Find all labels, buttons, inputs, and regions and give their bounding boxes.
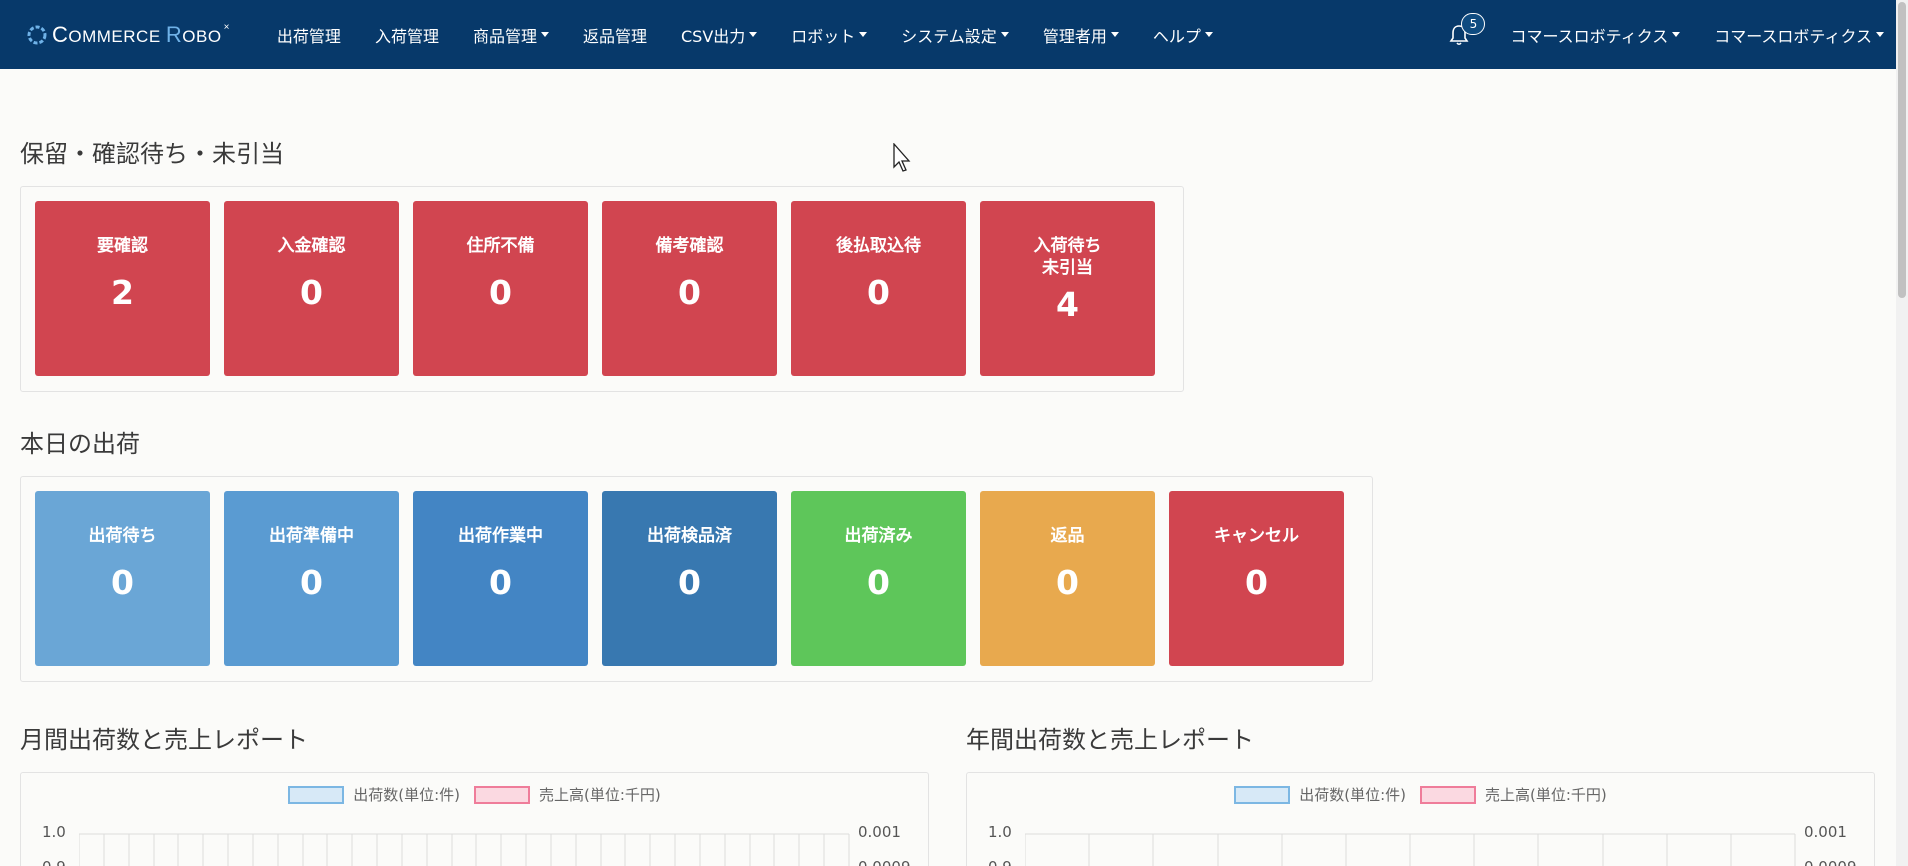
scrollbar-thumb[interactable]	[1898, 2, 1906, 298]
tile-payment-confirmation[interactable]: 入金確認 0	[224, 201, 399, 376]
chart-gridlines	[1025, 833, 1796, 866]
tile-label: 住所不備	[466, 236, 535, 256]
pending-section-title: 保留・確認待ち・未引当	[20, 140, 284, 168]
tile-shipment-inspected[interactable]: 出荷検品済 0	[602, 491, 777, 666]
mouse-cursor-icon	[893, 143, 911, 172]
caret-down-icon	[540, 32, 549, 37]
tile-label: キャンセル	[1214, 526, 1299, 546]
legend-shipments[interactable]: 出荷数(単位:件)	[288, 784, 460, 805]
brand-logo[interactable]: COMMERCE ROBO ×	[26, 22, 230, 48]
top-navbar: COMMERCE ROBO × 出荷管理 入荷管理 商品管理 返品管理 CSV出力…	[0, 0, 1896, 69]
tile-label: 出荷作業中	[458, 526, 543, 546]
chart-legend: 出荷数(単位:件) 売上高(単位:千円)	[967, 784, 1874, 805]
tile-preparing-shipment[interactable]: 出荷準備中 0	[224, 491, 399, 666]
tile-label: 入荷待ち 未引当	[1033, 236, 1102, 278]
y-left-tick: 0.9	[42, 858, 66, 866]
tile-awaiting-arrival-unallocated[interactable]: 入荷待ち 未引当 4	[980, 201, 1155, 376]
tile-awaiting-shipment[interactable]: 出荷待ち 0	[35, 491, 210, 666]
nav-admin[interactable]: 管理者用	[1026, 0, 1136, 69]
tile-label: 返品	[1050, 526, 1085, 546]
tile-shipping-in-progress[interactable]: 出荷作業中 0	[413, 491, 588, 666]
tile-value: 0	[678, 273, 701, 312]
tile-label: 後払取込待	[836, 236, 921, 256]
tile-value: 0	[300, 273, 323, 312]
tile-deferred-payment-import[interactable]: 後払取込待 0	[791, 201, 966, 376]
yearly-report-chart: 出荷数(単位:件) 売上高(単位:千円) 1.0 0.9 0.001 0.000…	[966, 772, 1875, 866]
caret-down-icon	[1110, 32, 1119, 37]
notification-count-badge: 5	[1461, 13, 1486, 35]
tile-label: 出荷検品済	[647, 526, 732, 546]
yearly-report-title: 年間出荷数と売上レポート	[966, 726, 1254, 754]
tile-value: 2	[111, 273, 134, 312]
tile-address-incomplete[interactable]: 住所不備 0	[413, 201, 588, 376]
nav-products[interactable]: 商品管理	[456, 0, 566, 69]
today-section-title: 本日の出荷	[20, 430, 140, 458]
chart-legend: 出荷数(単位:件) 売上高(単位:千円)	[21, 784, 928, 805]
legend-sales[interactable]: 売上高(単位:千円)	[1420, 784, 1607, 805]
page-scrollbar[interactable]	[1896, 0, 1908, 866]
y-left-tick: 0.9	[988, 858, 1012, 866]
brand-name: COMMERCE ROBO ×	[52, 21, 230, 47]
tile-value: 0	[867, 273, 890, 312]
caret-down-icon	[859, 32, 868, 37]
tile-value: 0	[300, 563, 323, 602]
notification-button[interactable]: 5	[1439, 0, 1486, 69]
tile-needs-confirmation[interactable]: 要確認 2	[35, 201, 210, 376]
tile-value: 0	[678, 563, 701, 602]
tile-remarks-check[interactable]: 備考確認 0	[602, 201, 777, 376]
monthly-report-title: 月間出荷数と売上レポート	[20, 726, 308, 754]
tile-value: 0	[489, 273, 512, 312]
tile-value: 4	[1056, 285, 1079, 324]
nav-receiving[interactable]: 入荷管理	[358, 0, 456, 69]
caret-down-icon	[749, 32, 758, 37]
caret-down-icon	[1672, 32, 1681, 37]
y-left-tick: 1.0	[988, 823, 1012, 841]
caret-down-icon	[1204, 32, 1213, 37]
tile-label: 要確認	[97, 236, 148, 256]
tile-cancelled[interactable]: キャンセル 0	[1169, 491, 1344, 666]
tile-value: 0	[1056, 563, 1079, 602]
caret-down-icon	[1000, 32, 1009, 37]
tile-label: 入金確認	[277, 236, 346, 256]
nav-shipping[interactable]: 出荷管理	[260, 0, 358, 69]
commerce-robo-logo-icon	[27, 25, 47, 44]
nav-robot[interactable]: ロボット	[774, 0, 884, 69]
tile-shipped[interactable]: 出荷済み 0	[791, 491, 966, 666]
tile-label: 出荷準備中	[269, 526, 354, 546]
tile-returns[interactable]: 返品 0	[980, 491, 1155, 666]
tile-value: 0	[1245, 563, 1268, 602]
chart-gridlines	[79, 833, 850, 866]
tile-label: 備考確認	[655, 236, 724, 256]
tile-value: 0	[489, 563, 512, 602]
tile-label: 出荷待ち	[88, 526, 157, 546]
legend-shipments[interactable]: 出荷数(単位:件)	[1234, 784, 1406, 805]
legend-sales[interactable]: 売上高(単位:千円)	[474, 784, 661, 805]
tile-label: 出荷済み	[844, 526, 913, 546]
y-left-tick: 1.0	[42, 823, 66, 841]
tile-value: 0	[111, 563, 134, 602]
monthly-report-chart: 出荷数(単位:件) 売上高(単位:千円) 1.0 0.9 0.001 0.000…	[20, 772, 929, 866]
tile-value: 0	[867, 563, 890, 602]
nav-help[interactable]: ヘルプ	[1136, 0, 1230, 69]
user-menu-2[interactable]: コマースロボティクス	[1697, 0, 1896, 69]
nav-system-settings[interactable]: システム設定	[884, 0, 1026, 69]
nav-csv-export[interactable]: CSV出力	[664, 0, 774, 69]
nav-returns[interactable]: 返品管理	[566, 0, 664, 69]
user-menu-1[interactable]: コマースロボティクス	[1493, 0, 1697, 69]
caret-down-icon	[1876, 32, 1884, 37]
